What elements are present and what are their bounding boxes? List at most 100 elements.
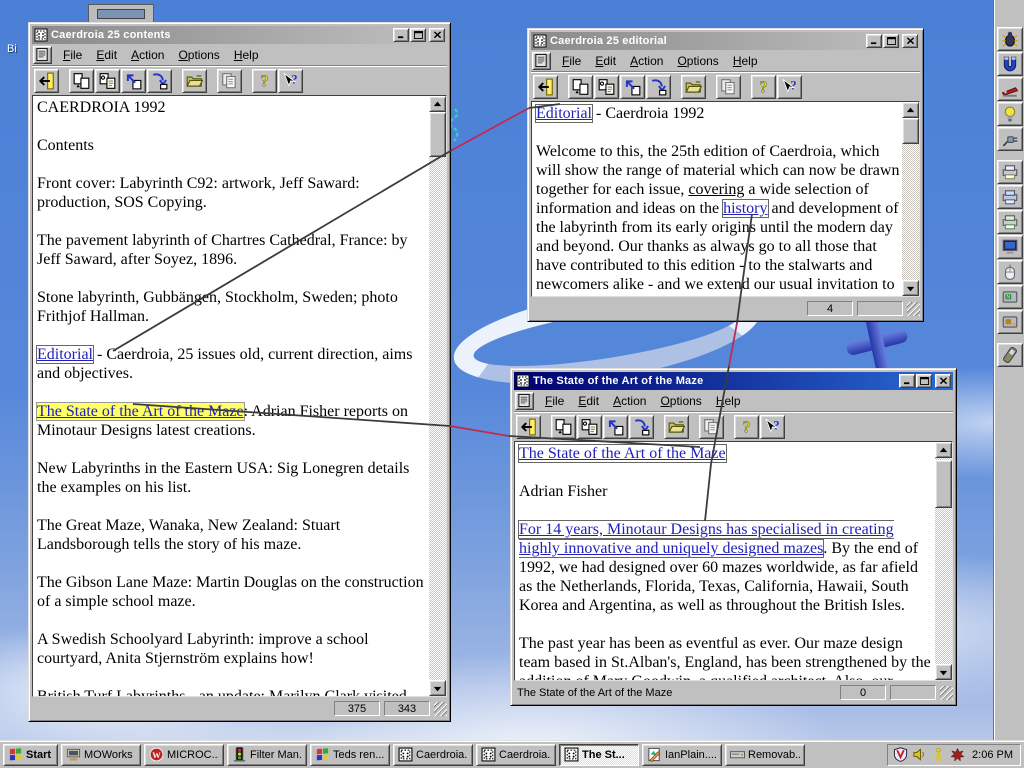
taskbar-button-ianplain[interactable]: IanPlain....: [642, 743, 722, 766]
virus-scan-tray-icon[interactable]: [950, 747, 965, 762]
scroll-up-button[interactable]: [902, 102, 919, 118]
menu-options[interactable]: Options: [670, 53, 725, 69]
copy-pages-button[interactable]: [568, 74, 593, 99]
jump-to-button[interactable]: [147, 68, 172, 93]
scrollbar-track[interactable]: [935, 458, 952, 664]
menu-edit[interactable]: Edit: [89, 47, 124, 63]
minimize-button[interactable]: [866, 34, 882, 48]
magnet-launcher-button[interactable]: [996, 52, 1023, 76]
exit-button[interactable]: [533, 74, 558, 99]
desktop-icon-partial[interactable]: [88, 4, 154, 23]
jump-back-button[interactable]: [603, 414, 628, 439]
scroll-up-button[interactable]: [429, 96, 446, 112]
antivirus-shield-tray-icon[interactable]: [893, 747, 908, 762]
scroll-down-button[interactable]: [935, 664, 952, 680]
card-yellow-launcher-button[interactable]: [996, 310, 1023, 334]
card-green-launcher-button[interactable]: N: [996, 285, 1023, 309]
minimize-button[interactable]: [899, 374, 915, 388]
context-help-button[interactable]: ?: [278, 68, 303, 93]
exit-button[interactable]: [516, 414, 541, 439]
printer-3-launcher-button[interactable]: [996, 210, 1023, 234]
hyperlink-highlighted[interactable]: The State of the Art of the Maze: [37, 403, 244, 420]
title-bar[interactable]: The State of the Art of the Maze: [514, 372, 953, 390]
menu-file[interactable]: File: [555, 53, 588, 69]
taskbar-button-filter-manager[interactable]: Filter Man...: [227, 743, 307, 766]
menu-action[interactable]: Action: [124, 47, 171, 63]
context-help-button[interactable]: ?: [760, 414, 785, 439]
copy-button[interactable]: [716, 74, 741, 99]
menu-help[interactable]: Help: [726, 53, 765, 69]
maximize-button[interactable]: [916, 374, 932, 388]
stapler-launcher-button[interactable]: [996, 77, 1023, 101]
printer-2-launcher-button[interactable]: [996, 185, 1023, 209]
assistant-tray-icon[interactable]: [931, 747, 946, 762]
taskbar-button-moworks[interactable]: MOWorks: [61, 743, 141, 766]
mouse-launcher-button[interactable]: [996, 260, 1023, 284]
menu-options[interactable]: Options: [171, 47, 226, 63]
document-menu-icon[interactable]: [33, 45, 52, 64]
taskbar-button-teds-ren[interactable]: Teds ren...: [310, 743, 390, 766]
context-help-button[interactable]: ?: [777, 74, 802, 99]
vertical-scrollbar[interactable]: [935, 442, 952, 680]
title-bar[interactable]: Caerdroia 25 editorial: [531, 32, 920, 50]
resize-grip[interactable]: [907, 301, 920, 316]
scroll-down-button[interactable]: [902, 280, 919, 296]
menu-help[interactable]: Help: [709, 393, 748, 409]
taskbar-button-removable[interactable]: Removab...: [725, 743, 805, 766]
menu-action[interactable]: Action: [623, 53, 670, 69]
minimize-button[interactable]: [393, 28, 409, 42]
jump-to-button[interactable]: [629, 414, 654, 439]
copy-button[interactable]: [217, 68, 242, 93]
lamp-launcher-button[interactable]: [996, 102, 1023, 126]
vertical-scrollbar[interactable]: [902, 102, 919, 296]
resize-grip[interactable]: [940, 685, 953, 700]
document-menu-icon[interactable]: [532, 51, 551, 70]
hyperlink[interactable]: Editorial: [536, 105, 592, 122]
scrollbar-thumb[interactable]: [429, 112, 446, 157]
taskbar-button-microc[interactable]: W MICROC...: [144, 743, 224, 766]
taskbar-button-the-state[interactable]: The St...: [559, 743, 639, 766]
plug-launcher-button[interactable]: [996, 127, 1023, 151]
menu-edit[interactable]: Edit: [588, 53, 623, 69]
volume-tray-icon[interactable]: [912, 747, 927, 762]
phone-launcher-button[interactable]: [996, 343, 1023, 367]
hyperlink[interactable]: The State of the Art of the Maze: [519, 445, 726, 462]
jump-to-button[interactable]: [646, 74, 671, 99]
maximize-button[interactable]: [883, 34, 899, 48]
copy-pages-button[interactable]: [69, 68, 94, 93]
jump-back-button[interactable]: [121, 68, 146, 93]
close-button[interactable]: [935, 374, 951, 388]
jump-back-button[interactable]: [620, 74, 645, 99]
open-file-button[interactable]: [664, 414, 689, 439]
menu-action[interactable]: Action: [606, 393, 653, 409]
replace-button[interactable]: [594, 74, 619, 99]
hyperlink[interactable]: Editorial: [37, 346, 93, 363]
document-text[interactable]: Editorial - Caerdroia 1992 Welcome to thi…: [532, 102, 902, 296]
taskbar-button-caerdroia-contents[interactable]: Caerdroia...: [393, 743, 473, 766]
clock[interactable]: 2:06 PM: [972, 749, 1013, 761]
scrollbar-track[interactable]: [902, 118, 919, 280]
copy-pages-button[interactable]: [551, 414, 576, 439]
scroll-down-button[interactable]: [429, 680, 446, 696]
replace-button[interactable]: [95, 68, 120, 93]
scroll-up-button[interactable]: [935, 442, 952, 458]
hyperlink[interactable]: history: [723, 200, 767, 217]
maximize-button[interactable]: [410, 28, 426, 42]
vertical-scrollbar[interactable]: [429, 96, 446, 696]
start-button[interactable]: Start: [3, 743, 58, 766]
bug-launcher-button[interactable]: [996, 27, 1023, 51]
open-file-button[interactable]: [182, 68, 207, 93]
monitor-launcher-button[interactable]: [996, 235, 1023, 259]
help-button[interactable]: ?: [751, 74, 776, 99]
replace-button[interactable]: [577, 414, 602, 439]
title-bar[interactable]: Caerdroia 25 contents: [32, 26, 447, 44]
document-text[interactable]: CAERDROIA 1992 Contents Front cover: Labyr…: [33, 96, 429, 696]
menu-file[interactable]: File: [56, 47, 89, 63]
close-button[interactable]: [902, 34, 918, 48]
menu-help[interactable]: Help: [227, 47, 266, 63]
resize-grip[interactable]: [434, 701, 447, 716]
printer-1-launcher-button[interactable]: [996, 160, 1023, 184]
scrollbar-track[interactable]: [429, 112, 446, 680]
exit-button[interactable]: [34, 68, 59, 93]
help-button[interactable]: ?: [252, 68, 277, 93]
